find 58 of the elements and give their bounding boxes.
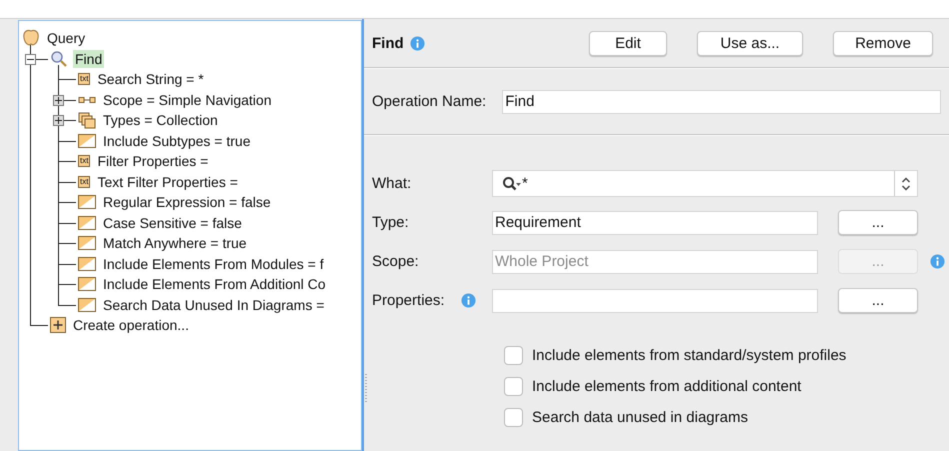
combo-value: * [522,175,529,192]
tree-item[interactable]: Text Filter Properties = [95,172,240,191]
field-label: Properties: [372,292,445,309]
tree-item[interactable]: Include Elements From Modules = f [101,254,326,273]
checkbox-label: Search data unused in diagrams [532,408,748,426]
property-icon [78,134,96,148]
tree-item[interactable]: Search String = * [95,70,206,88]
field-label: Operation Name: [372,93,486,110]
field-label: What: [372,175,412,192]
query-icon [22,29,40,48]
property-icon [78,216,96,230]
browse-button[interactable]: ... [838,210,918,235]
checkbox[interactable] [504,346,523,364]
checkbox[interactable] [504,408,523,426]
tree-item[interactable]: Filter Properties = [95,152,210,170]
search-icon [502,176,522,192]
action-button[interactable]: Remove [833,30,933,56]
tree-item[interactable]: Find [73,50,104,68]
search-icon [50,50,68,68]
tree-item[interactable]: Regular Expression = false [101,193,273,212]
operation-name-field[interactable]: Find [502,90,941,114]
add-icon [50,317,66,334]
field-label: Scope: [372,253,419,270]
property-icon [78,195,96,210]
tree-item[interactable]: Create operation... [71,316,191,334]
field-label: Type: [372,214,409,231]
checkbox[interactable] [504,376,523,396]
info-icon[interactable] [410,36,425,50]
tree-item[interactable]: Include Elements From Additionl Co [101,275,328,294]
tree-item[interactable]: Include Subtypes = true [101,132,252,150]
link-icon [78,94,96,105]
property-icon [78,277,96,292]
text-icon: txt [78,73,90,86]
tree-item[interactable]: Search Data Unused In Diagrams = [101,296,326,314]
text-icon: txt [78,176,90,188]
action-button[interactable]: Use as... [697,30,803,56]
property-icon [78,298,96,312]
stack-icon [78,112,96,129]
text-field[interactable]: Requirement [492,210,818,234]
what-combo-box[interactable]: * [492,170,918,197]
tree-item[interactable]: Case Sensitive = false [101,214,244,232]
expand-toggle[interactable] [53,94,64,106]
checkbox-label: Include elements from standard/system profiles [532,346,846,364]
info-icon[interactable] [460,293,476,308]
expand-toggle[interactable] [53,115,64,126]
checkbox-label: Include elements from additional content [532,378,802,394]
tree-item[interactable]: Query [45,29,88,48]
property-icon [78,256,96,271]
tree-item[interactable]: Scope = Simple Navigation [101,90,274,109]
property-icon [78,236,96,250]
browse-button[interactable]: ... [838,288,918,313]
text-icon: txt [78,155,90,168]
action-button[interactable]: Edit [589,30,667,56]
panel-title: Find [372,34,404,52]
collapse-toggle[interactable] [25,54,36,64]
text-field[interactable] [492,288,818,312]
tree-item[interactable]: Match Anywhere = true [101,234,249,252]
tree-item[interactable]: Types = Collection [101,111,220,130]
